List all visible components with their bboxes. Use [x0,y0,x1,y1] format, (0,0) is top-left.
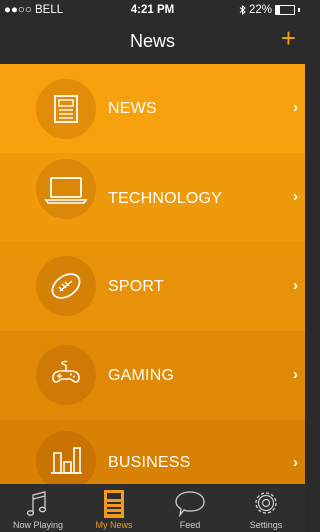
tab-feed[interactable]: Feed [152,484,228,532]
newspaper-icon [104,490,124,518]
category-label: NEWS [108,100,157,117]
tab-now-playing[interactable]: Now Playing [0,484,76,532]
chevron-right-icon: › [293,99,298,116]
category-label: GAMING [108,367,175,384]
gamepad-icon [36,345,96,405]
battery-tip [298,8,300,12]
chevron-right-icon: › [293,277,298,294]
chevron-right-icon: › [293,366,298,383]
music-note-icon [26,491,47,516]
chevron-right-icon: › [293,188,298,205]
page-title: News [129,31,175,51]
status-right: 22% [239,4,300,16]
tab-label: Settings [249,520,283,530]
speech-bubble-icon [175,491,205,518]
football-icon [36,256,96,316]
battery-icon [275,5,295,15]
tab-my-news[interactable]: My News [76,484,152,532]
status-bar: ●●○○ BELL 4:21 PM 22% [0,0,305,20]
news-screen: ●●○○ BELL 4:21 PM 22% News + NEWS › TECH… [0,0,305,532]
category-row-gaming[interactable]: GAMING › [0,331,305,420]
gear-icon [255,492,277,514]
bar-chart-icon [36,431,96,491]
add-button[interactable]: + [281,25,296,51]
chevron-right-icon: › [293,454,298,471]
bluetooth-icon [239,5,246,15]
category-row-technology[interactable]: TECHNOLOGY › [0,153,305,242]
battery-percent: 22% [248,4,272,16]
newspaper-icon [36,79,96,139]
tab-settings[interactable]: Settings [228,484,304,532]
category-label: TECHNOLOGY [108,190,223,207]
category-row-sport[interactable]: SPORT › [0,242,305,331]
laptop-icon [36,159,96,219]
tab-label: Now Playing [12,520,64,530]
tab-label: My News [95,520,133,530]
category-row-news[interactable]: NEWS › [0,64,305,153]
navigation-bar: News + [0,20,305,64]
category-label: BUSINESS [108,454,191,471]
tab-bar: Now Playing My News Feed Settings [0,484,305,532]
tab-label: Feed [179,520,201,530]
category-label: SPORT [108,278,164,295]
category-list: NEWS › TECHNOLOGY › SPORT › GAMING › BUS… [0,64,305,509]
